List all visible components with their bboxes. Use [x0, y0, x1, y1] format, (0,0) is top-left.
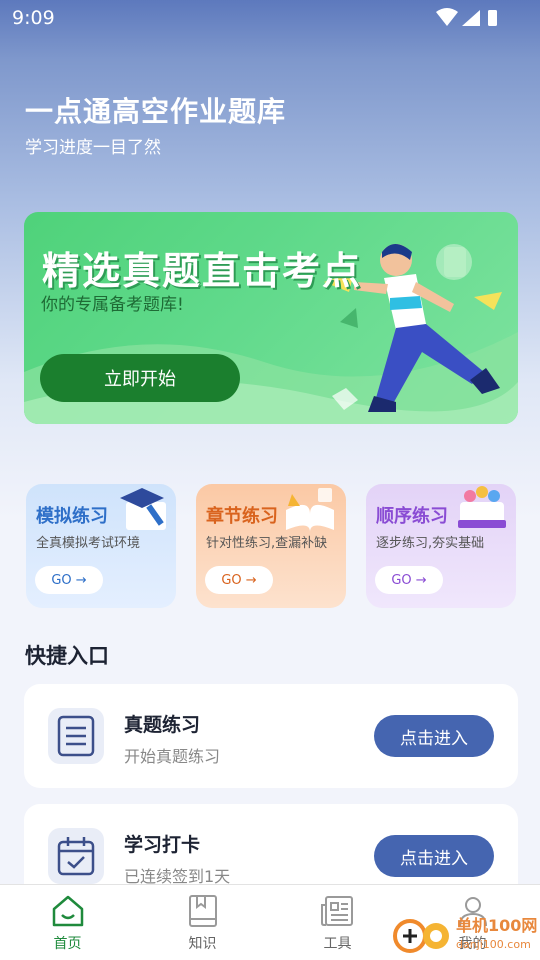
news-icon — [321, 896, 353, 926]
site-watermark: 单机100网 danji100.com — [392, 912, 540, 960]
status-icons — [436, 8, 497, 26]
page-title: 一点通高空作业题库 — [25, 95, 287, 128]
study-checkin-title: 学习打卡 — [124, 834, 201, 856]
wifi-icon — [436, 8, 458, 26]
quick-entry-title: 快捷入口 — [25, 644, 109, 668]
tab-knowledge[interactable]: 知识 — [135, 885, 270, 960]
mock-practice-card[interactable]: 模拟练习 全真模拟考试环境 GO → — [26, 484, 176, 608]
page-subtitle: 学习进度一目了然 — [25, 138, 161, 158]
banner-tagline: 你的专属备考题库! — [41, 295, 184, 315]
battery-icon — [488, 10, 497, 26]
chapter-practice-go-button[interactable]: GO → — [205, 566, 273, 594]
sequential-practice-title: 顺序练习 — [376, 506, 448, 527]
document-list-icon — [48, 708, 104, 764]
open-book-icon — [286, 488, 334, 532]
real-exam-practice-card[interactable]: 真题练习 开始真题练习 点击进入 — [24, 684, 518, 788]
sequential-practice-go-button[interactable]: GO → — [375, 566, 443, 594]
abc-book-icon — [458, 486, 506, 528]
chapter-practice-card[interactable]: 章节练习 针对性练习,查漏补缺 GO → — [196, 484, 346, 608]
study-checkin-enter-button[interactable]: 点击进入 — [374, 835, 494, 877]
mock-practice-desc: 全真模拟考试环境 — [36, 536, 141, 551]
real-exam-practice-subtitle: 开始真题练习 — [124, 747, 221, 766]
status-bar: 9:09 — [0, 0, 540, 36]
graduation-cap-icon — [120, 488, 166, 530]
mock-practice-title: 模拟练习 — [36, 506, 108, 527]
real-exam-enter-button[interactable]: 点击进入 — [374, 715, 494, 757]
watermark-title: 单机100网 — [456, 916, 538, 935]
book-icon — [189, 895, 217, 927]
sequential-practice-desc: 逐步练习,夯实基础 — [376, 536, 485, 551]
watermark-url: danji100.com — [456, 938, 531, 951]
chapter-practice-desc: 针对性练习,查漏补缺 — [206, 536, 328, 551]
tab-tools-label: 工具 — [323, 936, 352, 952]
start-now-button[interactable]: 立即开始 — [40, 354, 240, 402]
sequential-practice-card[interactable]: 顺序练习 逐步练习,夯实基础 GO → — [366, 484, 516, 608]
banner-headline: 精选真题直击考点 — [42, 249, 363, 293]
status-time: 9:09 — [12, 7, 55, 29]
tab-home[interactable]: 首页 — [0, 885, 135, 960]
real-exam-practice-title: 真题练习 — [124, 714, 201, 736]
mock-practice-go-button[interactable]: GO → — [35, 566, 103, 594]
tab-home-label: 首页 — [53, 936, 82, 952]
tab-knowledge-label: 知识 — [188, 936, 217, 952]
signal-icon — [462, 10, 480, 26]
home-icon — [52, 895, 84, 927]
chapter-practice-title: 章节练习 — [206, 506, 278, 527]
calendar-check-icon — [48, 828, 104, 884]
watermark-logo-icon — [393, 919, 449, 953]
promo-banner[interactable]: 精选真题直击考点 你的专属备考题库! 立即开始 — [24, 212, 518, 424]
tab-tools[interactable]: 工具 — [270, 885, 405, 960]
